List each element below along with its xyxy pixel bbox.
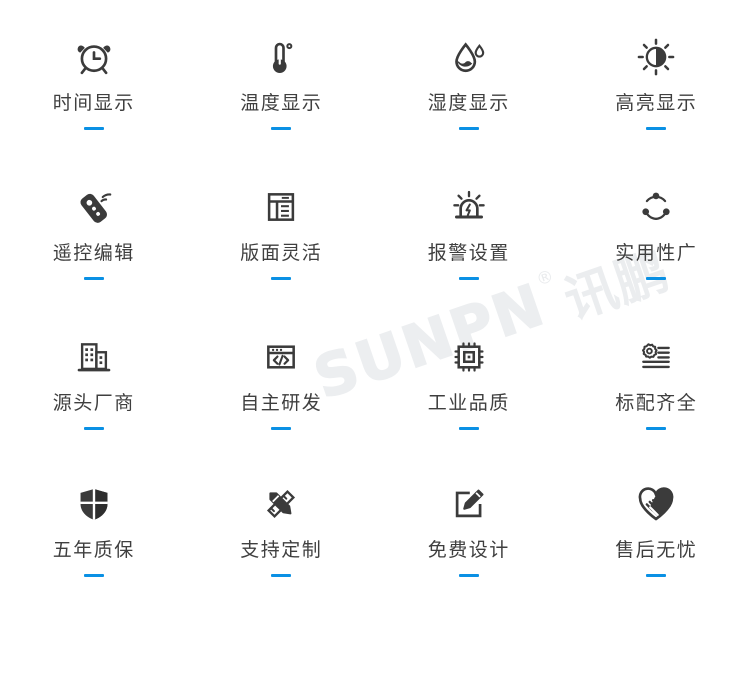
edit-square-icon bbox=[450, 481, 488, 527]
accent-underline bbox=[646, 277, 667, 280]
accent-underline bbox=[271, 127, 292, 130]
feature-item-wide-applicability[interactable]: 实用性广 bbox=[563, 172, 750, 322]
accent-underline bbox=[83, 574, 104, 577]
feature-grid: 时间显示 温度显示 湿度显示 高亮显示 遥控编辑 版面灵活 报警设置 实用性广 … bbox=[0, 0, 750, 698]
feature-label: 时间显示 bbox=[52, 92, 135, 114]
shield-icon bbox=[75, 481, 113, 527]
feature-item-flexible-layout[interactable]: 版面灵活 bbox=[188, 172, 376, 322]
gear-list-icon bbox=[637, 334, 675, 380]
thermometer-icon bbox=[261, 34, 301, 80]
accent-underline bbox=[83, 127, 104, 130]
remote-control-icon bbox=[74, 184, 114, 230]
accent-underline bbox=[271, 574, 292, 577]
feature-label: 报警设置 bbox=[427, 242, 510, 264]
accent-underline bbox=[646, 127, 667, 130]
feature-item-remote-edit[interactable]: 遥控编辑 bbox=[0, 172, 188, 322]
share-nodes-icon bbox=[637, 184, 675, 230]
alarm-clock-icon bbox=[74, 34, 114, 80]
feature-item-humidity-display[interactable]: 湿度显示 bbox=[375, 22, 563, 172]
feature-label: 标配齐全 bbox=[615, 392, 698, 414]
feature-label: 遥控编辑 bbox=[52, 242, 135, 264]
feature-label: 温度显示 bbox=[240, 92, 323, 114]
feature-label: 版面灵活 bbox=[240, 242, 323, 264]
feature-item-brightness-display[interactable]: 高亮显示 bbox=[563, 22, 750, 172]
feature-item-free-design[interactable]: 免费设计 bbox=[375, 469, 563, 639]
accent-underline bbox=[83, 277, 104, 280]
feature-item-industrial-quality[interactable]: 工业品质 bbox=[375, 322, 563, 469]
accent-underline bbox=[271, 277, 292, 280]
feature-label: 实用性广 bbox=[615, 242, 698, 264]
accent-underline bbox=[83, 427, 104, 430]
humidity-droplet-icon bbox=[449, 34, 489, 80]
feature-item-independent-rd[interactable]: 自主研发 bbox=[188, 322, 376, 469]
feature-item-alarm-settings[interactable]: 报警设置 bbox=[375, 172, 563, 322]
feature-item-after-sales-support[interactable]: 售后无忧 bbox=[563, 469, 750, 639]
feature-item-five-year-warranty[interactable]: 五年质保 bbox=[0, 469, 188, 639]
cpu-chip-icon bbox=[450, 334, 488, 380]
alarm-siren-icon bbox=[449, 184, 489, 230]
layout-window-icon bbox=[262, 184, 300, 230]
feature-label: 售后无忧 bbox=[615, 539, 698, 561]
feature-label: 支持定制 bbox=[240, 539, 323, 561]
accent-underline bbox=[458, 127, 479, 130]
feature-label: 自主研发 bbox=[240, 392, 323, 414]
feature-item-time-display[interactable]: 时间显示 bbox=[0, 22, 188, 172]
accent-underline bbox=[458, 574, 479, 577]
heart-handshake-icon bbox=[636, 481, 676, 527]
feature-item-temperature-display[interactable]: 温度显示 bbox=[188, 22, 376, 172]
accent-underline bbox=[646, 427, 667, 430]
code-window-icon bbox=[262, 334, 300, 380]
accent-underline bbox=[646, 574, 667, 577]
feature-label: 工业品质 bbox=[427, 392, 510, 414]
accent-underline bbox=[458, 427, 479, 430]
brightness-sun-icon bbox=[636, 34, 676, 80]
factory-building-icon bbox=[75, 334, 113, 380]
feature-label: 源头厂商 bbox=[52, 392, 135, 414]
pen-ruler-icon bbox=[261, 481, 301, 527]
feature-label: 高亮显示 bbox=[615, 92, 698, 114]
feature-item-customization-support[interactable]: 支持定制 bbox=[188, 469, 376, 639]
feature-item-complete-standard-config[interactable]: 标配齐全 bbox=[563, 322, 750, 469]
feature-label: 湿度显示 bbox=[427, 92, 510, 114]
feature-label: 免费设计 bbox=[427, 539, 510, 561]
accent-underline bbox=[458, 277, 479, 280]
accent-underline bbox=[271, 427, 292, 430]
feature-item-source-manufacturer[interactable]: 源头厂商 bbox=[0, 322, 188, 469]
feature-label: 五年质保 bbox=[52, 539, 135, 561]
